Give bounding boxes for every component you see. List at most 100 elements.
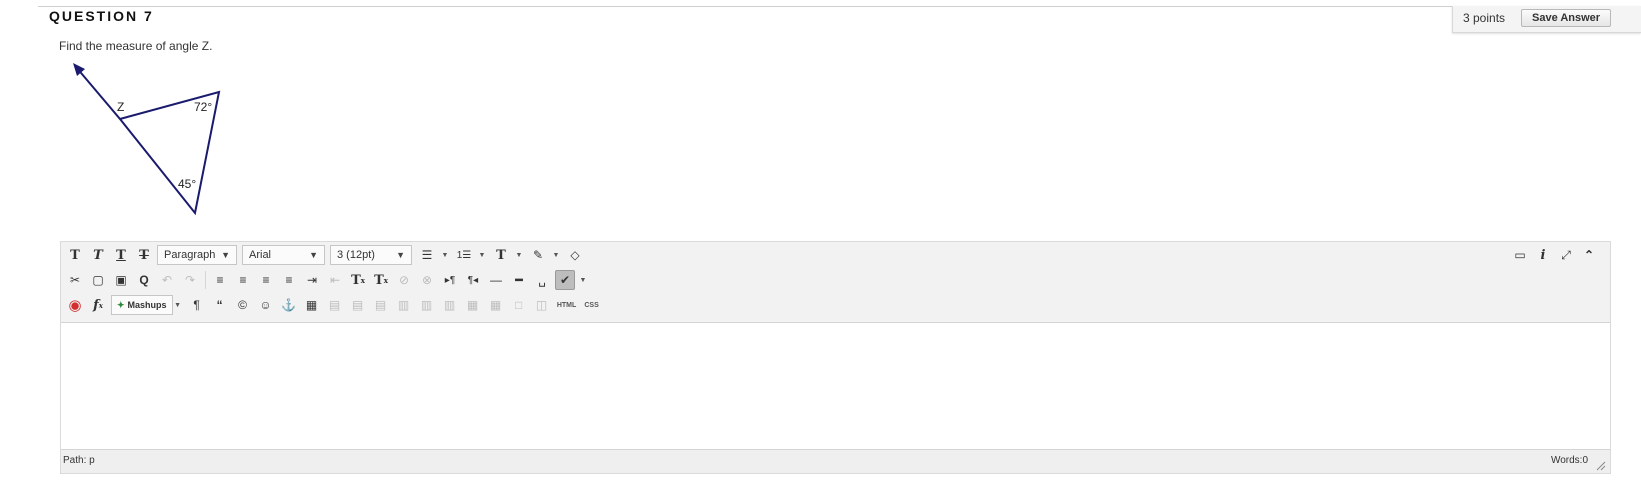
mashups-label: Mashups xyxy=(127,300,167,310)
unlink-icon[interactable]: ⊗ xyxy=(417,270,437,290)
table-cell-props-icon[interactable]: ▦ xyxy=(463,295,483,315)
collapse-toolbar-icon[interactable]: ⌃ xyxy=(1579,245,1599,265)
angle-label-bottom: 45° xyxy=(178,177,196,191)
angle-label-top: 72° xyxy=(194,100,212,114)
superscript-icon[interactable]: Tx xyxy=(348,270,368,290)
toolbar-row-1: T T T T Paragraph ▼ Arial ▼ 3 (12pt) ▼ ☰ ▼ … xyxy=(65,244,588,266)
question-title: QUESTION 7 xyxy=(49,8,154,24)
record-icon[interactable]: ◉ xyxy=(65,295,85,315)
fullscreen-icon[interactable]: ⤢ xyxy=(1556,245,1576,265)
blockquote-icon[interactable]: “ xyxy=(210,295,230,315)
emoticon-icon[interactable]: ☺ xyxy=(256,295,276,315)
table-split-icon[interactable]: □ xyxy=(509,295,529,315)
words-value: 0 xyxy=(1582,455,1588,466)
eraser-icon[interactable]: ◇ xyxy=(565,245,585,265)
header-divider xyxy=(38,6,1641,7)
html-source-button[interactable]: HTML xyxy=(555,295,579,315)
editor-toolbar: T T T T Paragraph ▼ Arial ▼ 3 (12pt) ▼ ☰ ▼ … xyxy=(61,242,1610,323)
paragraph-format-select[interactable]: Paragraph ▼ xyxy=(157,245,237,265)
table-col-after-icon[interactable]: ▥ xyxy=(417,295,437,315)
underline-icon[interactable]: T xyxy=(111,245,131,265)
search-icon[interactable]: Q xyxy=(134,270,154,290)
mashups-select[interactable]: ✦ Mashups xyxy=(111,295,173,315)
spellcheck-icon[interactable]: ✔ xyxy=(555,270,575,290)
dropdown-arrow-icon: ▼ xyxy=(221,250,230,260)
table-icon[interactable]: ▦ xyxy=(302,295,322,315)
paste-icon[interactable]: ▣ xyxy=(111,270,131,290)
text-color-dropdown-icon[interactable]: ▼ xyxy=(514,245,524,265)
ray-line xyxy=(75,66,121,120)
dropdown-arrow-icon: ▼ xyxy=(396,250,405,260)
paragraph-mark-icon[interactable]: ¶ xyxy=(187,295,207,315)
table-delete-row-icon[interactable]: ▤ xyxy=(371,295,391,315)
link-icon[interactable]: ⊘ xyxy=(394,270,414,290)
bold-icon[interactable]: T xyxy=(65,245,85,265)
highlight-dropdown-icon[interactable]: ▼ xyxy=(551,245,561,265)
points-panel: 3 points Save Answer xyxy=(1452,6,1641,33)
subscript-icon[interactable]: Tx xyxy=(371,270,391,290)
bullet-list-dropdown-icon[interactable]: ▼ xyxy=(440,245,450,265)
bullet-list-icon[interactable]: ☰ xyxy=(417,245,437,265)
paragraph-format-value: Paragraph xyxy=(164,249,216,261)
element-path: Path: p xyxy=(63,455,95,466)
path-value[interactable]: p xyxy=(89,455,95,466)
words-label: Words: xyxy=(1550,455,1583,466)
align-right-icon[interactable]: ≡ xyxy=(256,270,276,290)
preview-icon[interactable]: ▭ xyxy=(1510,245,1530,265)
rich-text-editor: T T T T Paragraph ▼ Arial ▼ 3 (12pt) ▼ ☰ ▼ … xyxy=(60,241,1611,474)
dropdown-arrow-icon: ▼ xyxy=(309,250,318,260)
editor-status-bar: Path: p Words:0 xyxy=(61,449,1610,473)
vertex-label-z: Z xyxy=(117,100,124,114)
toolbar-row-2: ✂ ▢ ▣ Q ↶ ↷ ≡ ≡ ≡ ≡ ⇥ ⇤ Tx Tx ⊘ ⊗ ▸¶ ¶◂ … xyxy=(65,269,592,291)
align-left-icon[interactable]: ≡ xyxy=(210,270,230,290)
nonbreaking-space-icon[interactable]: ␣ xyxy=(532,270,552,290)
thick-rule-icon[interactable]: ━ xyxy=(509,270,529,290)
path-label: Path: xyxy=(63,455,87,466)
table-delete-col-icon[interactable]: ▥ xyxy=(440,295,460,315)
undo-icon[interactable]: ↶ xyxy=(157,270,177,290)
triangle-figure: Z 72° 45° xyxy=(73,63,221,216)
italic-icon[interactable]: T xyxy=(88,245,108,265)
formula-icon[interactable]: fx xyxy=(88,295,108,315)
table-merge-icon[interactable]: ▦ xyxy=(486,295,506,315)
outdent-icon[interactable]: ⇤ xyxy=(325,270,345,290)
font-family-select[interactable]: Arial ▼ xyxy=(242,245,325,265)
info-icon[interactable]: i xyxy=(1533,245,1553,265)
css-button[interactable]: CSS xyxy=(582,295,602,315)
table-row-after-icon[interactable]: ▤ xyxy=(348,295,368,315)
table-props-icon[interactable]: ◫ xyxy=(532,295,552,315)
question-text: Find the measure of angle Z. xyxy=(59,39,213,53)
rtl-icon[interactable]: ¶◂ xyxy=(463,270,483,290)
word-count: Words:0 xyxy=(1551,455,1588,466)
align-center-icon[interactable]: ≡ xyxy=(233,270,253,290)
toolbar-divider xyxy=(205,271,206,289)
copyright-icon[interactable]: © xyxy=(233,295,253,315)
text-color-icon[interactable]: T xyxy=(491,245,511,265)
align-justify-icon[interactable]: ≡ xyxy=(279,270,299,290)
resize-handle-icon[interactable] xyxy=(1594,459,1606,471)
mashups-icon: ✦ xyxy=(117,299,125,310)
editor-content-area[interactable] xyxy=(61,323,1610,449)
table-col-before-icon[interactable]: ▥ xyxy=(394,295,414,315)
points-label: 3 points xyxy=(1463,11,1506,25)
highlight-icon[interactable]: ✎ xyxy=(528,245,548,265)
toolbar-right-group: ▭ i ⤢ ⌃ xyxy=(1510,244,1602,266)
spellcheck-dropdown-icon[interactable]: ▼ xyxy=(578,270,588,290)
redo-icon[interactable]: ↷ xyxy=(180,270,200,290)
cut-icon[interactable]: ✂ xyxy=(65,270,85,290)
mashups-dropdown-icon[interactable]: ▼ xyxy=(173,295,183,315)
copy-icon[interactable]: ▢ xyxy=(88,270,108,290)
numbered-list-icon[interactable]: 1☰ xyxy=(454,245,474,265)
font-size-select[interactable]: 3 (12pt) ▼ xyxy=(330,245,412,265)
font-size-value: 3 (12pt) xyxy=(337,249,375,261)
strikethrough-icon[interactable]: T xyxy=(134,245,154,265)
toolbar-row-3: ◉ fx ✦ Mashups ▼ ¶ “ © ☺ ⚓ ▦ ▤ ▤ ▤ ▥ ▥ ▥… xyxy=(65,294,605,316)
numbered-list-dropdown-icon[interactable]: ▼ xyxy=(477,245,487,265)
save-answer-button[interactable]: Save Answer xyxy=(1521,9,1612,27)
table-row-before-icon[interactable]: ▤ xyxy=(325,295,345,315)
ltr-icon[interactable]: ▸¶ xyxy=(440,270,460,290)
indent-icon[interactable]: ⇥ xyxy=(302,270,322,290)
font-family-value: Arial xyxy=(249,249,272,261)
horizontal-rule-icon[interactable]: — xyxy=(486,270,506,290)
anchor-icon[interactable]: ⚓ xyxy=(279,295,299,315)
